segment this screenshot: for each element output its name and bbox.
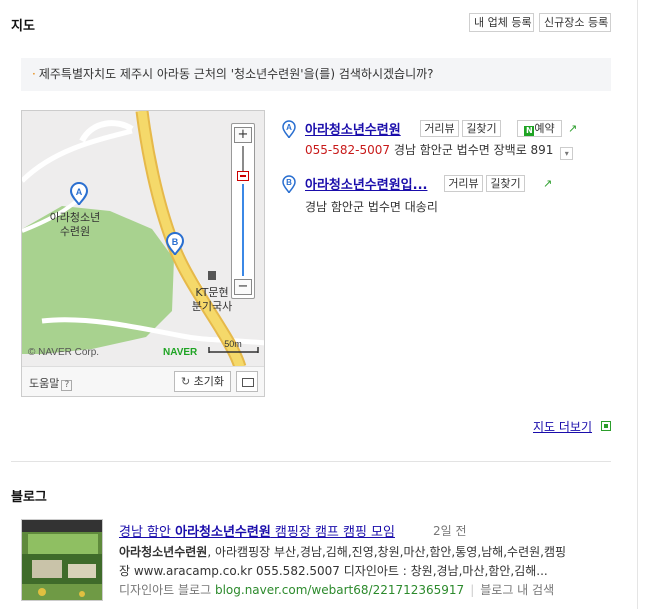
- result-b-street-view-button[interactable]: 거리뷰: [444, 175, 483, 192]
- blog-title-suffix: 캠핑장 캠프 캠핑 모임: [270, 525, 395, 540]
- meta-separator: |: [470, 583, 475, 597]
- minimap-toggle-button[interactable]: [236, 371, 258, 392]
- road-minor: [22, 128, 133, 183]
- map-canvas[interactable]: A 아라청소년 수련원 B KT문현 분기국사 © NAVER Corp. NA…: [22, 111, 265, 367]
- register-business-button[interactable]: 내 업체 등록: [469, 13, 534, 32]
- result-b-address: 경남 함안군 법수면 대송리: [305, 200, 438, 214]
- share-icon[interactable]: ↗: [543, 177, 552, 190]
- refresh-icon: ↻: [180, 375, 191, 388]
- result-a-street-view-button[interactable]: 거리뷰: [420, 120, 459, 137]
- blog-post-title[interactable]: 경남 함안 아라청소년수련원 캠핑장 캠프 캠핑 모임: [119, 521, 395, 540]
- blog-post-date: 2일 전: [433, 524, 467, 538]
- zoom-slider-handle[interactable]: [237, 171, 249, 181]
- external-link-icon[interactable]: [601, 421, 611, 431]
- result-a-phone: 055-582-5007: [305, 143, 391, 157]
- zoom-track-upper[interactable]: [242, 146, 244, 174]
- result-item-b: B 아라청소년수련원입... 거리뷰 길찾기 ↗ 경남 함안군 법수면 대송리: [281, 174, 621, 214]
- map-footer: 도움말? ↻ 초기화: [22, 366, 264, 396]
- svg-text:B: B: [286, 178, 292, 187]
- content-right-border: [637, 0, 638, 609]
- blog-snippet-highlight: 아라청소년수련원: [119, 545, 208, 559]
- blog-snippet-line2: 장 www.aracamp.co.kr 055.582.5007 디자인아트 :…: [119, 564, 548, 578]
- blog-post-title-link[interactable]: 경남 함안 아라청소년수련원 캠핑장 캠프 캠핑 모임: [119, 525, 395, 540]
- map-section-title: 지도: [11, 19, 35, 34]
- building-icon: [208, 271, 216, 280]
- search-in-blog-link[interactable]: 블로그 내 검색: [480, 583, 554, 597]
- zoom-track-lower[interactable]: [242, 184, 244, 276]
- poi-label-line2: 분기국사: [192, 300, 232, 313]
- zoom-control[interactable]: + −: [231, 123, 255, 299]
- result-a-directions-button[interactable]: 길찾기: [462, 120, 501, 137]
- marker-a-label-line2: 수련원: [60, 225, 90, 238]
- blog-meta: 디자인아트 블로그 blog.naver.com/webart68/221712…: [119, 581, 554, 598]
- marker-b-pin-icon: B: [282, 175, 296, 194]
- map-help-link[interactable]: 도움말?: [29, 375, 73, 391]
- blog-name-link[interactable]: 디자인아트 블로그: [119, 583, 211, 597]
- blog-url-link[interactable]: blog.naver.com/webart68/221712365917: [215, 583, 464, 597]
- result-item-a: A 아라청소년수련원 거리뷰 길찾기 N 예약 ↗ 055-582-5007 경남…: [281, 119, 621, 160]
- bullet-icon: ·: [32, 67, 36, 81]
- result-a-address: 경남 함안군 법수면 장백로 891: [393, 143, 554, 157]
- result-b-directions-button[interactable]: 길찾기: [486, 175, 525, 192]
- section-divider: [11, 461, 611, 462]
- marker-b-letter: B: [172, 237, 179, 247]
- thumbnail-image: [22, 520, 102, 600]
- blog-title-highlight: 아라청소년수련원: [175, 525, 271, 540]
- zoom-in-button[interactable]: +: [234, 127, 252, 143]
- poi-label-line1: KT문현: [195, 286, 228, 299]
- marker-a-letter: A: [76, 187, 83, 197]
- marker-a-label-line1: 아라청소년: [50, 211, 101, 224]
- blog-section-title: 블로그: [11, 490, 47, 505]
- result-a-info-line: 055-582-5007 경남 함안군 법수면 장백로 891 ▾: [305, 141, 574, 160]
- share-icon[interactable]: ↗: [568, 122, 577, 135]
- search-suggestion-notice[interactable]: · 제주특별자치도 제주시 아라동 근처의 '청소년수련원'을(를) 검색하시겠습…: [21, 58, 611, 91]
- map-reset-label: 초기화: [193, 375, 225, 388]
- question-icon[interactable]: ?: [61, 380, 73, 391]
- marker-a-pin-icon: A: [282, 120, 296, 139]
- blog-snippet-text: , 아라캠핑장 부산,경남,김해,진영,창원,마산,함안,통영,남해,수련원,캠…: [207, 545, 567, 559]
- naver-n-icon: N: [524, 126, 535, 136]
- map-view[interactable]: A 아라청소년 수련원 B KT문현 분기국사 © NAVER Corp. NA…: [21, 110, 265, 397]
- naver-logo: NAVER: [163, 347, 198, 358]
- svg-text:A: A: [286, 123, 292, 132]
- scale-label: 50m: [224, 339, 242, 349]
- search-suggestion-text[interactable]: 제주특별자치도 제주시 아라동 근처의 '청소년수련원'을(를) 검색하시겠습니…: [39, 67, 434, 81]
- blog-snippet-line1: 아라청소년수련원, 아라캠핑장 부산,경남,김해,진영,창원,마산,함안,통영,…: [119, 543, 566, 560]
- result-a-title-link[interactable]: 아라청소년수련원: [305, 119, 401, 138]
- blog-thumbnail[interactable]: [21, 519, 103, 601]
- register-new-place-button[interactable]: 신규장소 등록: [539, 13, 611, 32]
- map-attribution: © NAVER Corp.: [28, 347, 99, 358]
- result-b-title-link[interactable]: 아라청소년수련원입...: [305, 174, 427, 193]
- reserve-label: 예약: [534, 122, 555, 135]
- map-reset-button[interactable]: ↻ 초기화: [174, 371, 231, 392]
- map-help-label: 도움말: [29, 377, 60, 390]
- more-map-link[interactable]: 지도 더보기: [533, 418, 592, 435]
- expand-address-icon[interactable]: ▾: [560, 147, 574, 160]
- blog-title-prefix: 경남 함안: [119, 525, 176, 540]
- result-a-reserve-button[interactable]: N 예약: [517, 120, 562, 137]
- zoom-out-button[interactable]: −: [234, 279, 252, 295]
